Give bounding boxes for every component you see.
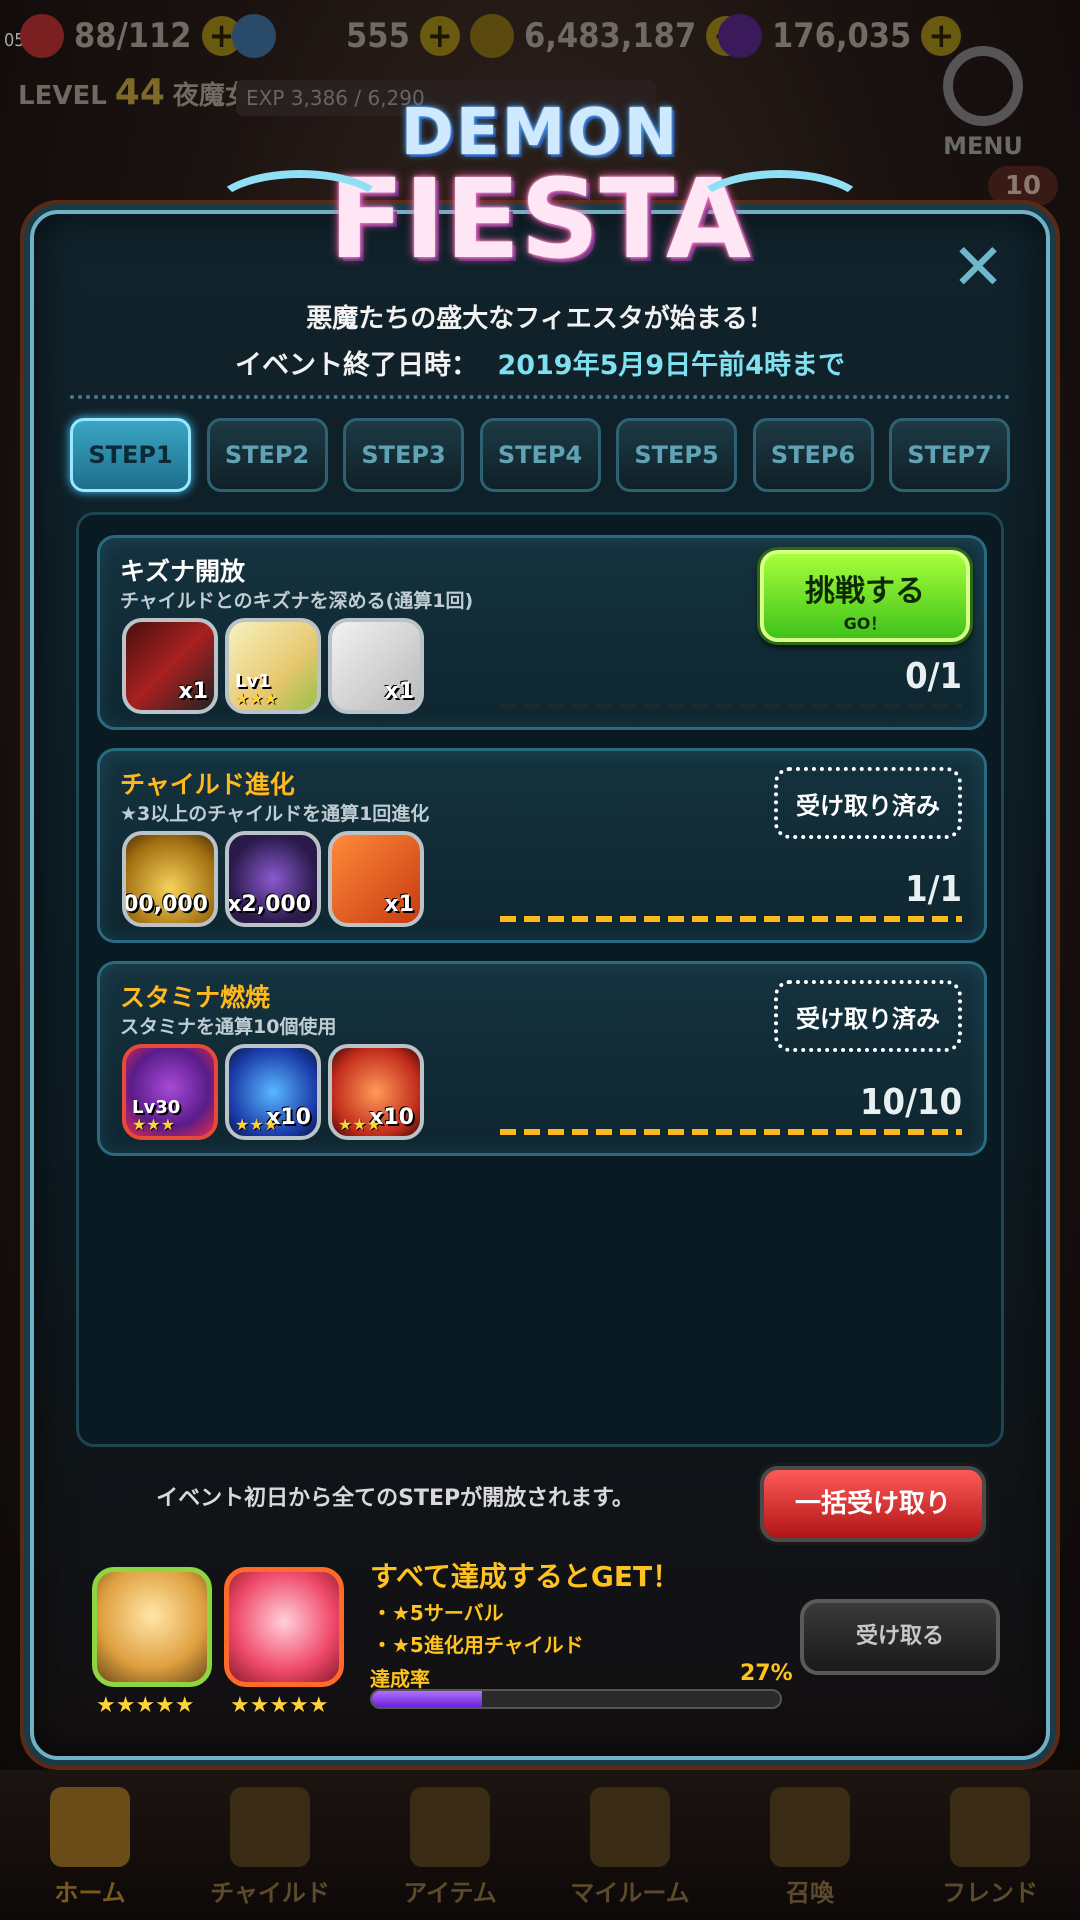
achievement-rate-bar: [370, 1689, 782, 1709]
gem-icon: [232, 14, 276, 58]
stamina-heart-icon: [20, 14, 64, 58]
tab-step2[interactable]: STEP2: [206, 418, 328, 492]
mission-title: チャイルド進化: [120, 770, 295, 799]
shield-icon: [950, 1787, 1030, 1867]
fox-child-icon: Lv1 ★★★: [225, 618, 321, 714]
achievement-rate-label: 達成率: [370, 1667, 430, 1691]
purple-monster-child-icon: Lv30 ★★★: [122, 1044, 218, 1140]
flame-icon: [230, 1787, 310, 1867]
tab-step5[interactable]: STEP5: [616, 418, 737, 492]
stamina-counter: 88/112 +: [20, 14, 242, 58]
completion-item: ・★5サーバル: [372, 1601, 504, 1625]
divider: [70, 395, 1010, 399]
dark-gem-counter: 176,035 +: [718, 14, 962, 58]
receive-button[interactable]: 受け取る: [800, 1599, 1000, 1675]
nav-item[interactable]: アイテム: [375, 1787, 525, 1908]
potion-icon: [770, 1787, 850, 1867]
claimed-badge: 受け取り済み: [774, 767, 962, 839]
tab-step3[interactable]: STEP3: [343, 418, 464, 492]
mission-title: スタミナ燃焼: [120, 983, 271, 1012]
mission-progress-bar: [500, 916, 962, 922]
claimed-badge: 受け取り済み: [774, 980, 962, 1052]
status-bar: 05:00 88/112 + 555 + 6,483,187 + 176,035…: [0, 0, 1080, 80]
home-icon: [50, 1787, 130, 1867]
achievement-rate-value: 27%: [740, 1661, 793, 1686]
sword-shield-icon: [410, 1787, 490, 1867]
step-tabs: STEP1 STEP2 STEP3 STEP4 STEP5 STEP6 STEP…: [70, 418, 1010, 492]
close-icon[interactable]: ✕: [950, 236, 1006, 300]
completion-title: すべて達成するとGET！: [370, 1560, 681, 1593]
mission-list: キズナ開放 チャイルドとのキズナを深める(通算1回) x1 Lv1 ★★★ x1…: [76, 512, 1004, 1447]
completion-item: ・★5進化用チャイルド: [372, 1633, 584, 1657]
mail-count-badge: 10: [988, 166, 1058, 206]
evolution-child-avatar: [224, 1567, 344, 1687]
blue-gem-icon: x10 ★★★: [225, 1044, 321, 1140]
reward-list: x1 Lv1 ★★★ x1: [122, 618, 424, 714]
mission-title: キズナ開放: [120, 557, 246, 586]
gem-counter: 555 +: [232, 14, 460, 58]
nav-myroom[interactable]: マイルーム: [555, 1787, 705, 1908]
mission-card: スタミナ燃焼 スタミナを通算10個使用 Lv30 ★★★ x10 ★★★ x10…: [97, 961, 987, 1156]
reward-list: x100,000 x2,000 x1: [122, 831, 424, 927]
nav-friend[interactable]: フレンド: [915, 1787, 1065, 1908]
mission-progress-bar: [500, 1129, 962, 1135]
summon-ticket-icon: x1: [328, 831, 424, 927]
event-subtitle: 悪魔たちの盛大なフィエスタが始まる！: [306, 304, 774, 334]
nav-home[interactable]: ホーム: [15, 1787, 165, 1908]
mission-desc: チャイルドとのキズナを深める(通算1回): [120, 590, 474, 612]
mission-desc: ★3以上のチャイルドを通算1回進化: [120, 803, 430, 825]
gear-icon: [943, 46, 1023, 126]
event-end-time: イベント終了日時： 2019年5月9日午前4時まで: [235, 350, 845, 381]
platinum-ticket-icon: x1: [328, 618, 424, 714]
crown-icon: [590, 1787, 670, 1867]
gold-counter: 6,483,187 +: [470, 14, 747, 58]
left-wing-ornament: [210, 170, 390, 250]
dark-gem-icon: [718, 14, 762, 58]
mission-progress: 0/1: [905, 656, 962, 697]
mission-card: チャイルド進化 ★3以上のチャイルドを通算1回進化 x100,000 x2,00…: [97, 748, 987, 943]
gold-coin-icon: [470, 14, 514, 58]
tab-step4[interactable]: STEP4: [479, 418, 601, 492]
mission-card: キズナ開放 チャイルドとのキズナを深める(通算1回) x1 Lv1 ★★★ x1…: [97, 535, 987, 730]
tab-step7[interactable]: STEP7: [889, 418, 1010, 492]
bulk-receive-button[interactable]: 一括受け取り: [760, 1466, 986, 1542]
tab-step6[interactable]: STEP6: [752, 418, 874, 492]
bottom-nav: ホーム チャイルド アイテム マイルーム 召喚 フレンド: [0, 1770, 1080, 1920]
dark-gem-icon: x2,000: [225, 831, 321, 927]
menu-button[interactable]: MENU: [938, 46, 1028, 166]
card-item-icon: x1: [122, 618, 218, 714]
right-wing-ornament: [690, 170, 870, 250]
mission-progress-bar: [500, 703, 962, 709]
serval-child-avatar: [92, 1567, 212, 1687]
event-logo: DEMON FIESTA: [210, 70, 870, 300]
mission-progress: 10/10: [860, 1082, 962, 1123]
nav-summon[interactable]: 召喚: [735, 1787, 885, 1908]
rarity-stars: ★★★★★: [230, 1693, 329, 1718]
gold-coins-icon: x100,000: [122, 831, 218, 927]
red-gem-icon: x10 ★★★: [328, 1044, 424, 1140]
rarity-stars: ★★★★★: [96, 1693, 195, 1718]
nav-child[interactable]: チャイルド: [195, 1787, 345, 1908]
mission-desc: スタミナを通算10個使用: [120, 1016, 337, 1038]
reward-list: Lv30 ★★★ x10 ★★★ x10 ★★★: [122, 1044, 424, 1140]
completion-reward: ★★★★★ ★★★★★ すべて達成するとGET！ ・★5サーバル ・★5進化用チ…: [40, 1555, 1000, 1730]
add-gem-button[interactable]: +: [419, 16, 460, 56]
challenge-button[interactable]: 挑戦する GO！: [760, 550, 970, 642]
tab-step1[interactable]: STEP1: [70, 418, 191, 492]
mission-progress: 1/1: [905, 869, 962, 910]
